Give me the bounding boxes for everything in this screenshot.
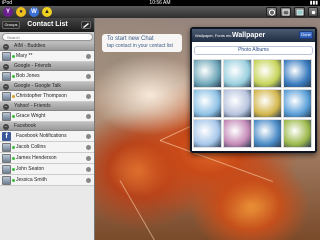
- contact-row[interactable]: Jessica Smith: [0, 175, 94, 186]
- status-dot-icon: [12, 55, 15, 58]
- wallpaper-thumbnail[interactable]: [283, 119, 312, 148]
- wallpaper-popover: Wallpaper, Fonts etc. Wallpaper Done Pho…: [190, 27, 317, 153]
- avatar: [2, 52, 11, 61]
- avatar: [2, 72, 11, 81]
- wallpaper-thumbnail[interactable]: [223, 119, 252, 148]
- group-header-label: Google - Friends: [14, 63, 52, 69]
- settings-icon[interactable]: [266, 7, 277, 17]
- chevron-right-icon[interactable]: [86, 74, 91, 79]
- chevron-right-icon[interactable]: [86, 178, 91, 183]
- wallpaper-header: Wallpaper, Fonts etc. Wallpaper Done: [192, 29, 315, 42]
- contact-name: Jacob Collins: [16, 144, 46, 150]
- group-header-label: Facebook: [14, 123, 36, 129]
- status-dot-icon: [12, 168, 15, 171]
- chevron-right-icon[interactable]: [86, 134, 91, 139]
- contact-row[interactable]: Bob Jones: [0, 71, 94, 82]
- chevron-right-icon[interactable]: [86, 167, 91, 172]
- chevron-right-icon[interactable]: [86, 54, 91, 59]
- gear-icon[interactable]: [308, 7, 318, 17]
- aim-icon[interactable]: ▲: [42, 7, 52, 17]
- group-header[interactable]: − Google - Google Talk: [0, 82, 94, 91]
- breadcrumb[interactable]: Wallpaper, Fonts etc.: [195, 33, 232, 38]
- group-header-label: AIM - Buddies: [14, 43, 46, 49]
- wallpaper-thumbnail[interactable]: [283, 59, 312, 88]
- chevron-right-icon[interactable]: [86, 114, 91, 119]
- status-dot-icon: [12, 179, 15, 182]
- top-toolbar: Y ● W ▲: [0, 6, 320, 18]
- yahoo-icon[interactable]: Y: [3, 7, 13, 17]
- contact-name: James Henderson: [16, 155, 57, 161]
- contact-name: Christopher Thompson: [16, 93, 67, 99]
- group-header[interactable]: − Facebook: [0, 122, 94, 131]
- contact-name: Mary **: [16, 53, 33, 59]
- contact-row[interactable]: John Seaton: [0, 164, 94, 175]
- wallpaper-icon[interactable]: [294, 7, 305, 17]
- wallpaper-body: Photo Albums: [192, 42, 315, 151]
- photo-albums-button[interactable]: Photo Albums: [194, 46, 313, 55]
- new-chat-title: To start new Chat: [107, 36, 154, 42]
- group-header-label: Google - Google Talk: [14, 83, 61, 89]
- search-input[interactable]: [2, 33, 93, 41]
- status-dot-icon: [12, 115, 15, 118]
- group-header[interactable]: − AIM - Buddies: [0, 42, 94, 51]
- group-header[interactable]: − Yahoo! - Friends: [0, 102, 94, 111]
- contact-row[interactable]: James Henderson: [0, 153, 94, 164]
- status-icon[interactable]: [280, 7, 291, 17]
- contact-name: Grace Wright: [16, 113, 46, 119]
- avatar: [2, 165, 11, 174]
- contact-list-panel: Groups Contact List −AIM - BuddiesMary *…: [0, 18, 95, 240]
- chevron-right-icon[interactable]: [86, 145, 91, 150]
- wallpaper-thumbnail[interactable]: [193, 89, 222, 118]
- group-header[interactable]: − Google - Friends: [0, 62, 94, 71]
- status-dot-icon: [12, 146, 15, 149]
- avatar: [2, 92, 11, 101]
- contact-row[interactable]: Jacob Collins: [0, 142, 94, 153]
- wallpaper-thumbnail[interactable]: [223, 89, 252, 118]
- chevron-right-icon[interactable]: [86, 156, 91, 161]
- new-chat-subtitle: tap contact in your contact list: [107, 43, 173, 49]
- collapse-icon[interactable]: −: [3, 84, 9, 90]
- search-bar: [0, 32, 94, 42]
- avatar: [2, 154, 11, 163]
- wallpaper-thumbnail[interactable]: [223, 59, 252, 88]
- contact-list: − AIM - Buddies Mary ** − Google - Friends Bo…: [0, 42, 94, 186]
- wallpaper-thumbnail[interactable]: [253, 89, 282, 118]
- status-dot-icon: [12, 75, 15, 78]
- contact-name: John Seaton: [16, 166, 45, 172]
- collapse-icon[interactable]: −: [3, 44, 9, 50]
- wallpaper-thumbnail[interactable]: [193, 59, 222, 88]
- done-button[interactable]: Done: [299, 31, 313, 39]
- facebook-icon: f: [2, 132, 11, 141]
- status-dot-icon: [12, 95, 15, 98]
- contact-row[interactable]: f Facebook Notifications: [0, 131, 94, 142]
- contact-name: Bob Jones: [16, 73, 40, 79]
- wallpaper-thumbnail[interactable]: [193, 119, 222, 148]
- group-header-label: Yahoo! - Friends: [14, 103, 51, 109]
- contact-name: Facebook Notifications: [16, 133, 67, 139]
- contact-name: Jessica Smith: [16, 177, 47, 183]
- chevron-right-icon[interactable]: [86, 94, 91, 99]
- contact-row[interactable]: Mary **: [0, 51, 94, 62]
- wallpaper-thumbnail[interactable]: [253, 119, 282, 148]
- collapse-icon[interactable]: −: [3, 64, 9, 70]
- contact-list-header: Groups Contact List: [0, 18, 94, 32]
- wallpaper-thumbnail[interactable]: [253, 59, 282, 88]
- contact-row[interactable]: Grace Wright: [0, 111, 94, 122]
- avatar: [2, 176, 11, 185]
- compose-icon: [83, 23, 89, 28]
- collapse-icon[interactable]: −: [3, 124, 9, 130]
- compose-button[interactable]: [81, 21, 91, 29]
- voice-icon[interactable]: ●: [16, 7, 26, 17]
- avatar: [2, 112, 11, 121]
- collapse-icon[interactable]: −: [3, 104, 9, 110]
- new-chat-hint: To start new Chat tap contact in your co…: [102, 34, 182, 52]
- contact-row[interactable]: Christopher Thompson: [0, 91, 94, 102]
- messenger-icon[interactable]: W: [29, 7, 39, 17]
- avatar: [2, 143, 11, 152]
- status-dot-icon: [12, 157, 15, 160]
- wallpaper-thumbnail[interactable]: [283, 89, 312, 118]
- wallpaper-title: Wallpaper: [232, 32, 266, 39]
